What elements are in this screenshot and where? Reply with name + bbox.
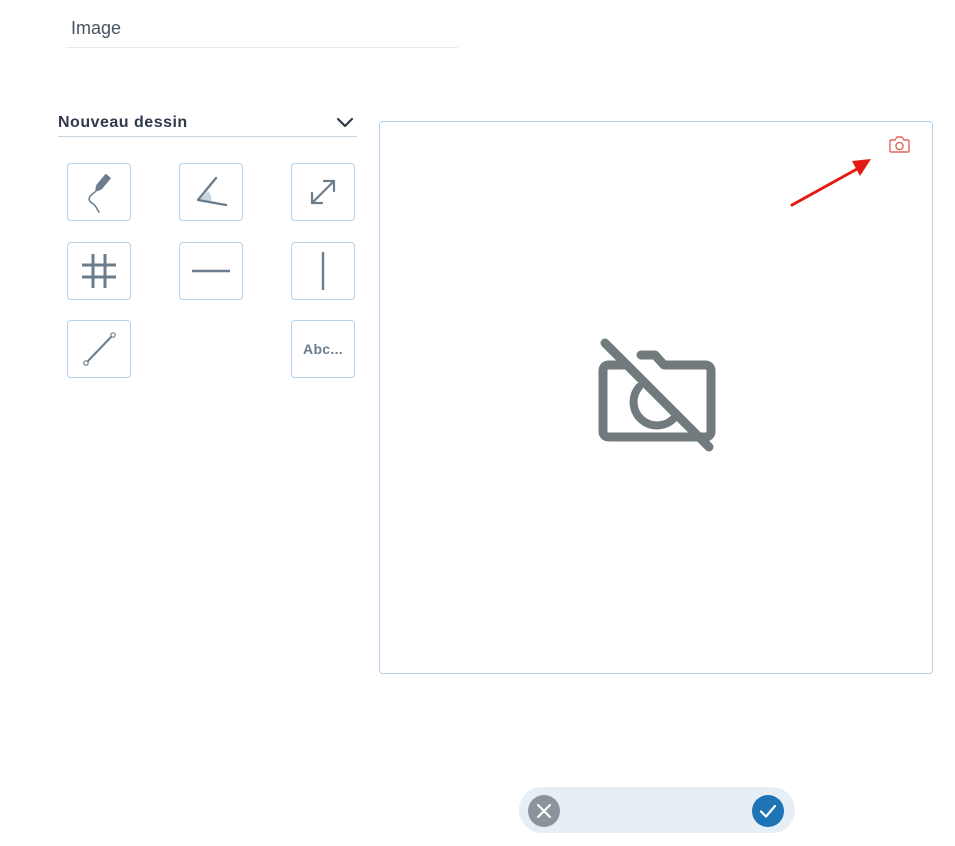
camera-icon[interactable] bbox=[886, 134, 912, 156]
tool-text-label: Abc... bbox=[303, 341, 343, 357]
tool-double-arrow[interactable] bbox=[291, 163, 355, 221]
drawing-select-value: Nouveau dessin bbox=[58, 114, 188, 131]
page: Image Nouveau dessin Abc... bbox=[0, 0, 955, 846]
grid-icon bbox=[82, 254, 116, 288]
double-arrow-icon bbox=[310, 179, 336, 205]
close-icon bbox=[536, 803, 552, 819]
action-bar bbox=[519, 787, 795, 833]
tool-segment[interactable] bbox=[67, 320, 131, 378]
no-camera-icon bbox=[598, 338, 716, 452]
red-arrow-annotation bbox=[790, 159, 871, 207]
confirm-button[interactable] bbox=[752, 795, 784, 827]
tool-grid[interactable] bbox=[67, 242, 131, 300]
field-title-label: Image bbox=[71, 18, 122, 38]
tool-text[interactable]: Abc... bbox=[291, 320, 355, 378]
field-title: Image bbox=[66, 12, 458, 48]
horizontal-line-icon bbox=[192, 269, 230, 273]
pencil-icon bbox=[88, 174, 111, 213]
tool-pencil[interactable] bbox=[67, 163, 131, 221]
tool-horizontal-line[interactable] bbox=[179, 242, 243, 300]
check-icon bbox=[759, 804, 777, 818]
vertical-line-icon bbox=[321, 252, 325, 290]
tool-angle[interactable] bbox=[179, 163, 243, 221]
drawing-select[interactable]: Nouveau dessin bbox=[58, 108, 357, 137]
tool-vertical-line[interactable] bbox=[291, 242, 355, 300]
cancel-button[interactable] bbox=[528, 795, 560, 827]
angle-icon bbox=[196, 176, 228, 207]
segment-icon bbox=[83, 332, 116, 366]
chevron-down-icon bbox=[336, 117, 354, 128]
